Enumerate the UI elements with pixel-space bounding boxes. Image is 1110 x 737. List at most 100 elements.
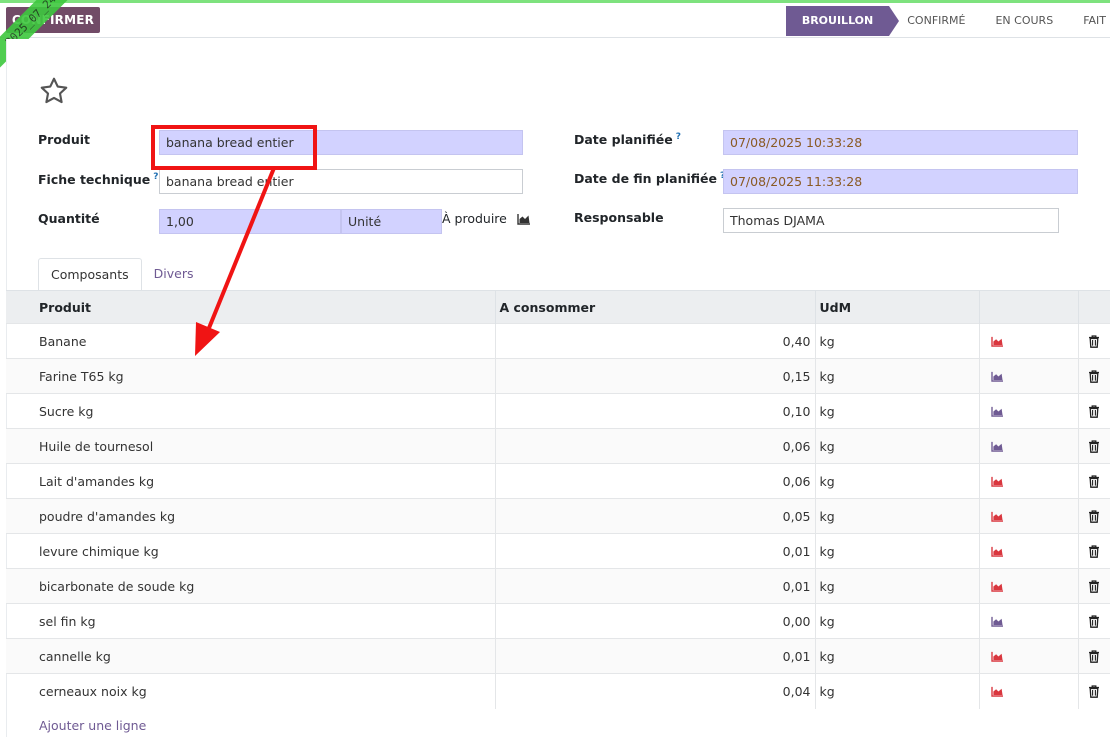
- cell-to-consume[interactable]: 0,01: [495, 638, 816, 674]
- cell-product[interactable]: bicarbonate de soude kg: [6, 568, 496, 604]
- cell-product[interactable]: Sucre kg: [6, 393, 496, 429]
- table-row[interactable]: poudre d'amandes kg 0,05 kg: [6, 498, 1110, 534]
- cell-to-consume[interactable]: 0,01: [495, 568, 816, 604]
- cell-delete[interactable]: [1078, 533, 1110, 569]
- table-row[interactable]: Banane 0,40 kg: [6, 323, 1110, 359]
- quantity-uom-field[interactable]: Unité: [341, 209, 442, 234]
- cell-delete[interactable]: [1078, 393, 1110, 429]
- cell-product[interactable]: cerneaux noix kg: [6, 673, 496, 709]
- cell-uom[interactable]: kg: [815, 568, 980, 604]
- cell-delete[interactable]: [1078, 603, 1110, 639]
- cell-delete[interactable]: [1078, 463, 1110, 499]
- forecast-chart-icon[interactable]: [984, 581, 1074, 592]
- favorite-star-icon[interactable]: [38, 75, 70, 107]
- cell-to-consume[interactable]: 0,04: [495, 673, 816, 709]
- tab-components[interactable]: Composants: [38, 258, 142, 291]
- cell-delete[interactable]: [1078, 673, 1110, 709]
- forecast-chart-icon[interactable]: [984, 511, 1074, 522]
- table-row[interactable]: Sucre kg 0,10 kg: [6, 393, 1110, 429]
- cell-to-consume[interactable]: 0,00: [495, 603, 816, 639]
- cell-delete[interactable]: [1078, 428, 1110, 464]
- cell-uom[interactable]: kg: [815, 463, 980, 499]
- cell-delete[interactable]: [1078, 568, 1110, 604]
- forecast-chart-icon[interactable]: [984, 616, 1074, 627]
- cell-forecast[interactable]: [979, 323, 1079, 359]
- cell-to-consume[interactable]: 0,40: [495, 323, 816, 359]
- status-confirmed[interactable]: CONFIRMÉ: [889, 6, 982, 36]
- tab-misc[interactable]: Divers: [142, 258, 206, 291]
- forecast-chart-icon[interactable]: [984, 546, 1074, 557]
- cell-product[interactable]: Lait d'amandes kg: [6, 463, 496, 499]
- cell-uom[interactable]: kg: [815, 428, 980, 464]
- cell-forecast[interactable]: [979, 498, 1079, 534]
- cell-forecast[interactable]: [979, 428, 1079, 464]
- status-in-progress[interactable]: EN COURS: [981, 6, 1070, 36]
- trash-icon[interactable]: [1083, 404, 1107, 418]
- table-row[interactable]: sel fin kg 0,00 kg: [6, 603, 1110, 639]
- column-header-uom[interactable]: UdM: [815, 290, 980, 324]
- cell-forecast[interactable]: [979, 638, 1079, 674]
- cell-to-consume[interactable]: 0,15: [495, 358, 816, 394]
- table-row[interactable]: Huile de tournesol 0,06 kg: [6, 428, 1110, 464]
- cell-uom[interactable]: kg: [815, 498, 980, 534]
- cell-forecast[interactable]: [979, 603, 1079, 639]
- cell-product[interactable]: Huile de tournesol: [6, 428, 496, 464]
- table-row[interactable]: Lait d'amandes kg 0,06 kg: [6, 463, 1110, 499]
- forecast-chart-icon[interactable]: [984, 686, 1074, 697]
- cell-uom[interactable]: kg: [815, 393, 980, 429]
- forecast-chart-icon[interactable]: [984, 476, 1074, 487]
- column-header-to-consume[interactable]: A consommer: [495, 290, 816, 324]
- table-row[interactable]: cannelle kg 0,01 kg: [6, 638, 1110, 674]
- forecast-chart-icon[interactable]: [984, 336, 1074, 347]
- trash-icon[interactable]: [1083, 509, 1107, 523]
- date-planned-help-icon[interactable]: ?: [676, 132, 681, 142]
- trash-icon[interactable]: [1083, 649, 1107, 663]
- status-done[interactable]: FAIT: [1069, 6, 1110, 36]
- cell-product[interactable]: Farine T65 kg: [6, 358, 496, 394]
- forecast-chart-icon[interactable]: [517, 213, 531, 225]
- trash-icon[interactable]: [1083, 544, 1107, 558]
- trash-icon[interactable]: [1083, 579, 1107, 593]
- cell-delete[interactable]: [1078, 323, 1110, 359]
- status-draft[interactable]: BROUILLON: [785, 6, 900, 36]
- forecast-chart-icon[interactable]: [984, 441, 1074, 452]
- table-row[interactable]: bicarbonate de soude kg 0,01 kg: [6, 568, 1110, 604]
- trash-icon[interactable]: [1083, 439, 1107, 453]
- cell-uom[interactable]: kg: [815, 323, 980, 359]
- trash-icon[interactable]: [1083, 369, 1107, 383]
- cell-forecast[interactable]: [979, 393, 1079, 429]
- cell-delete[interactable]: [1078, 358, 1110, 394]
- trash-icon[interactable]: [1083, 614, 1107, 628]
- responsible-field[interactable]: Thomas DJAMA: [723, 208, 1059, 233]
- cell-delete[interactable]: [1078, 498, 1110, 534]
- cell-uom[interactable]: kg: [815, 533, 980, 569]
- cell-forecast[interactable]: [979, 568, 1079, 604]
- trash-icon[interactable]: [1083, 334, 1107, 348]
- cell-uom[interactable]: kg: [815, 603, 980, 639]
- quantity-field[interactable]: 1,00: [159, 209, 341, 234]
- cell-to-consume[interactable]: 0,10: [495, 393, 816, 429]
- cell-forecast[interactable]: [979, 358, 1079, 394]
- cell-forecast[interactable]: [979, 673, 1079, 709]
- trash-icon[interactable]: [1083, 685, 1107, 698]
- column-header-product[interactable]: Produit: [6, 290, 496, 324]
- add-line-link[interactable]: Ajouter une ligne: [39, 718, 146, 733]
- cell-forecast[interactable]: [979, 533, 1079, 569]
- forecast-chart-icon[interactable]: [984, 406, 1074, 417]
- date-end-field[interactable]: 07/08/2025 11:33:28: [723, 169, 1078, 194]
- cell-uom[interactable]: kg: [815, 358, 980, 394]
- cell-to-consume[interactable]: 0,06: [495, 463, 816, 499]
- cell-product[interactable]: cannelle kg: [6, 638, 496, 674]
- cell-uom[interactable]: kg: [815, 638, 980, 674]
- table-row[interactable]: cerneaux noix kg 0,04 kg: [6, 673, 1110, 709]
- cell-to-consume[interactable]: 0,06: [495, 428, 816, 464]
- cell-delete[interactable]: [1078, 638, 1110, 674]
- bom-field[interactable]: banana bread entier: [159, 169, 523, 194]
- forecast-chart-icon[interactable]: [984, 371, 1074, 382]
- bom-help-icon[interactable]: ?: [153, 172, 158, 182]
- cell-forecast[interactable]: [979, 463, 1079, 499]
- forecast-chart-icon[interactable]: [984, 651, 1074, 662]
- table-row[interactable]: Farine T65 kg 0,15 kg: [6, 358, 1110, 394]
- cell-uom[interactable]: kg: [815, 673, 980, 709]
- cell-product[interactable]: levure chimique kg: [6, 533, 496, 569]
